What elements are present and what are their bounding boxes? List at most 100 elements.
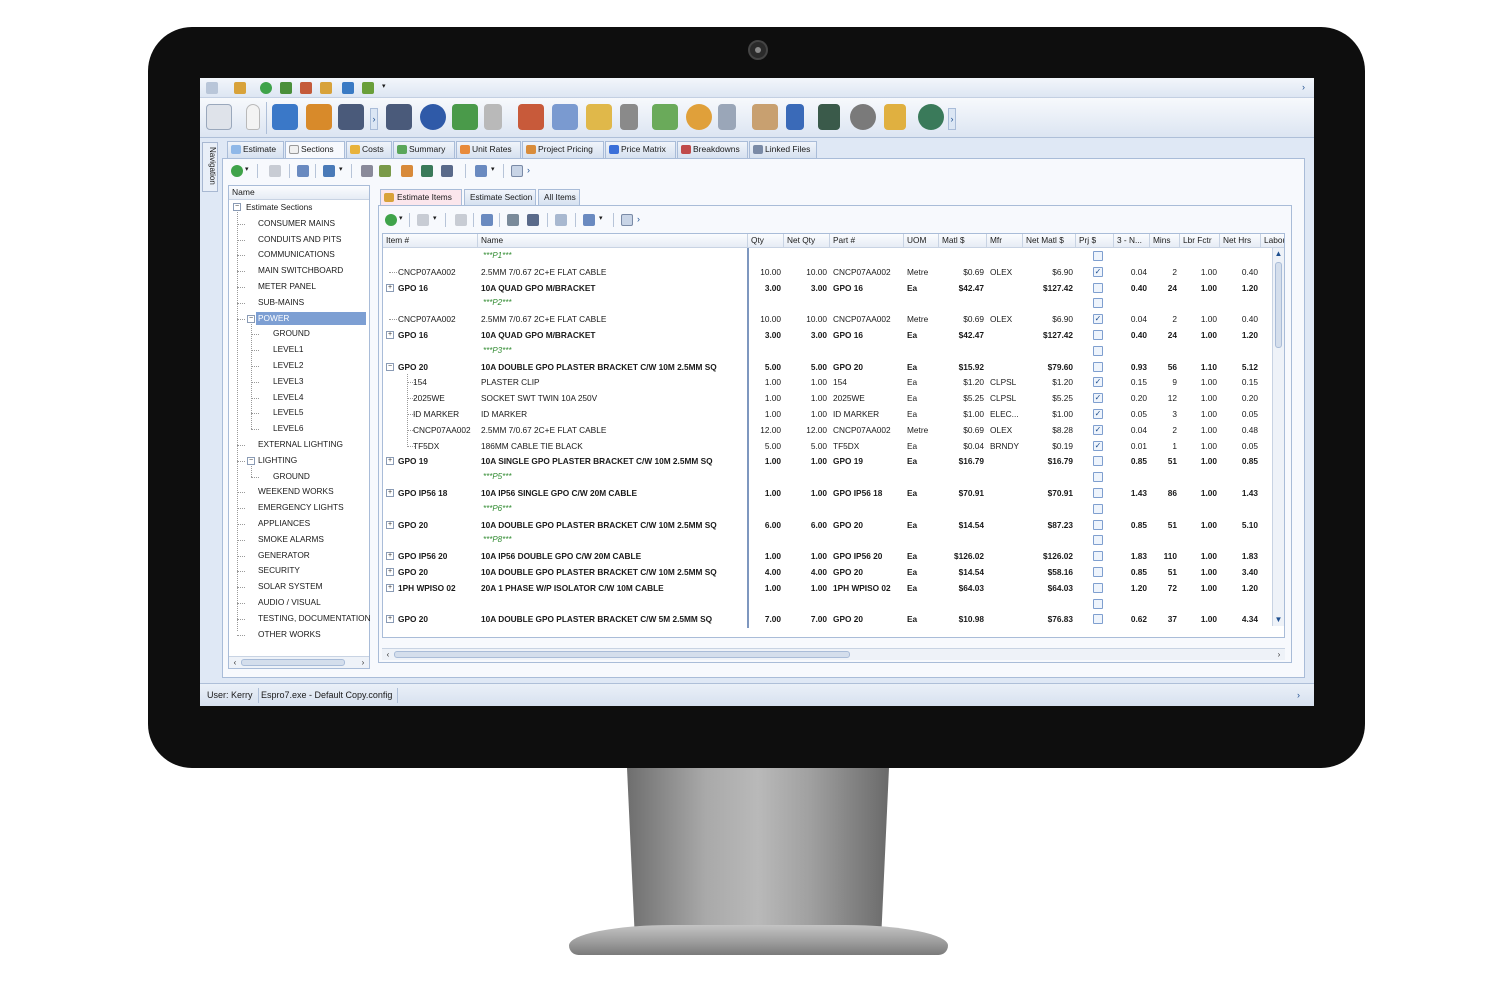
binders-3-icon[interactable]	[818, 104, 840, 130]
import-icon[interactable]	[342, 82, 354, 94]
chart-icon[interactable]	[452, 104, 478, 130]
tree-node[interactable]: SMOKE ALARMS	[256, 533, 326, 546]
zoom-icon[interactable]	[555, 214, 567, 226]
lightbulb-icon[interactable]	[246, 104, 260, 130]
table-row[interactable]: + GPO 20 10A DOUBLE GPO PLASTER BRACKET C/…	[383, 517, 1273, 533]
tree-node[interactable]: LEVEL4	[271, 391, 305, 404]
import-icon[interactable]	[507, 214, 519, 226]
chevron-right-icon[interactable]: ›	[637, 214, 643, 226]
collapse-icon[interactable]: −	[247, 456, 255, 465]
table-row[interactable]: − GPO 20 10A DOUBLE GPO PLASTER BRACKET C/…	[383, 359, 1273, 375]
expand-icon[interactable]: +	[386, 520, 394, 529]
prj-checkbox[interactable]: ✓	[1093, 424, 1103, 435]
table-row[interactable]: ***P6***	[383, 501, 1273, 517]
table-row[interactable]: + GPO 19 10A SINGLE GPO PLASTER BRACKET C/…	[383, 453, 1273, 469]
collapse-icon[interactable]: −	[247, 314, 255, 323]
copy-icon[interactable]	[323, 165, 335, 177]
prj-checkbox[interactable]	[1093, 251, 1103, 261]
table-row[interactable]: CNCP07AA002 2.5MM 7/0.67 2C+E FLAT CABLE 1…	[383, 422, 1273, 438]
table-row[interactable]: ***P2***	[383, 295, 1273, 311]
basket-icon[interactable]	[306, 104, 332, 130]
link-icon[interactable]	[320, 82, 332, 94]
database-icon[interactable]	[441, 165, 453, 177]
table-row[interactable]: +1PH WPISO 02 20A 1 PHASE W/P ISOLATOR C/…	[383, 580, 1273, 596]
tree-node[interactable]: LEVEL1	[271, 343, 305, 356]
tab-estimate-items[interactable]: Estimate Items	[380, 189, 462, 205]
table-row[interactable]: 154 PLASTER CLIP 1.00 1.00 154 Ea $1.20 CLPSL $1…	[383, 374, 1273, 390]
prj-checkbox[interactable]: ✓	[1093, 440, 1103, 451]
chevron-right-icon[interactable]: ›	[527, 165, 533, 177]
column-header[interactable]: Net Matl $	[1023, 234, 1076, 248]
grid-horizontal-scrollbar[interactable]: ‹ ›	[382, 648, 1285, 660]
tab-all-items[interactable]: All Items	[538, 189, 580, 205]
tree-node[interactable]: CONDUITS AND PITS	[256, 233, 343, 246]
tree-node[interactable]: COMMUNICATIONS	[256, 248, 337, 261]
column-header[interactable]: Lbr Fctr	[1180, 234, 1220, 248]
collapse-icon[interactable]: −	[233, 203, 241, 211]
ribbon-more-2-button[interactable]: ›	[948, 108, 956, 130]
tree-node[interactable]: GROUND	[271, 470, 312, 483]
stamp-icon[interactable]	[752, 104, 778, 130]
grid-vertical-scrollbar[interactable]: ▲ ▼	[1272, 248, 1284, 626]
tab-sections[interactable]: Sections	[285, 141, 345, 159]
prj-checkbox[interactable]	[1093, 330, 1103, 340]
pencil-icon[interactable]	[884, 104, 906, 130]
tree-node[interactable]: CONSUMER MAINS	[256, 217, 337, 230]
scroll-left-icon[interactable]: ‹	[383, 649, 393, 660]
prj-checkbox[interactable]	[1093, 567, 1103, 577]
column-header[interactable]: Labou	[1261, 234, 1284, 248]
chevron-down-icon[interactable]: ▾	[599, 214, 605, 226]
find-icon[interactable]	[511, 165, 523, 177]
tools-icon[interactable]	[361, 165, 373, 177]
prj-checkbox[interactable]	[1093, 535, 1103, 546]
prj-checkbox[interactable]	[1093, 488, 1103, 498]
scroll-left-icon[interactable]: ‹	[230, 657, 240, 668]
prj-checkbox[interactable]: ✓	[1093, 393, 1103, 404]
prj-checkbox[interactable]: ✓	[1093, 314, 1103, 325]
table-row[interactable]: + GPO IP56 18 10A IP56 SINGLE GPO C/W 20M …	[383, 485, 1273, 501]
tree-node[interactable]: OTHER WORKS	[256, 628, 323, 641]
column-header[interactable]: UOM	[904, 234, 939, 248]
tree-node[interactable]: AUDIO / VISUAL	[256, 596, 323, 609]
import-icon[interactable]	[421, 165, 433, 177]
delete-icon[interactable]	[417, 214, 429, 226]
move-icon[interactable]	[401, 165, 413, 177]
tree-node[interactable]: LEVEL6	[271, 422, 305, 435]
binders-2-icon[interactable]	[386, 104, 412, 130]
tree-node[interactable]: GROUND	[271, 327, 312, 340]
prj-checkbox[interactable]	[1093, 472, 1103, 483]
table-row[interactable]: ***P5***	[383, 469, 1273, 485]
status-more-icon[interactable]: ›	[1292, 688, 1305, 703]
column-header[interactable]: Part #	[830, 234, 904, 248]
brush-icon[interactable]	[379, 165, 391, 177]
refresh-icon[interactable]	[260, 82, 272, 94]
table-row[interactable]	[383, 596, 1273, 612]
tab-breakdowns[interactable]: Breakdowns	[677, 141, 748, 158]
expand-icon[interactable]: +	[386, 552, 394, 561]
prj-checkbox[interactable]	[1093, 345, 1103, 356]
prj-checkbox[interactable]	[1093, 614, 1103, 625]
table-row[interactable]: + GPO 20 10A DOUBLE GPO PLASTER BRACKET C/…	[383, 611, 1273, 627]
ribbon-more-button[interactable]: ›	[370, 108, 378, 130]
chevron-down-icon[interactable]: ▾	[245, 165, 251, 177]
chevron-down-icon[interactable]: ▾	[382, 82, 388, 94]
tree-node[interactable]: APPLIANCES	[256, 517, 312, 530]
table-row[interactable]: ***P8***	[383, 532, 1273, 548]
tree-node[interactable]: METER PANEL	[256, 280, 318, 293]
add-icon[interactable]	[231, 165, 243, 177]
column-header[interactable]: Matl $	[939, 234, 987, 248]
expand-icon[interactable]: +	[386, 457, 394, 466]
tree-node[interactable]: LEVEL2	[271, 359, 305, 372]
column-header[interactable]: Mins	[1150, 234, 1180, 248]
chevron-right-icon[interactable]: ›	[1302, 82, 1310, 94]
table-row[interactable]: ***P3***	[383, 343, 1273, 359]
scroll-up-icon[interactable]: ▲	[1273, 248, 1284, 260]
expand-icon[interactable]: +	[386, 489, 394, 497]
column-header[interactable]: Qty	[748, 234, 784, 248]
gear-icon[interactable]	[850, 104, 876, 130]
export-icon[interactable]	[362, 82, 374, 94]
tree-root[interactable]: Estimate Sections	[244, 201, 314, 214]
table-row[interactable]: CNCP07AA002 2.5MM 7/0.67 2C+E FLAT CABLE 1…	[383, 311, 1273, 327]
prj-checkbox[interactable]: ✓	[1093, 377, 1103, 388]
new-window-icon[interactable]	[481, 214, 493, 226]
